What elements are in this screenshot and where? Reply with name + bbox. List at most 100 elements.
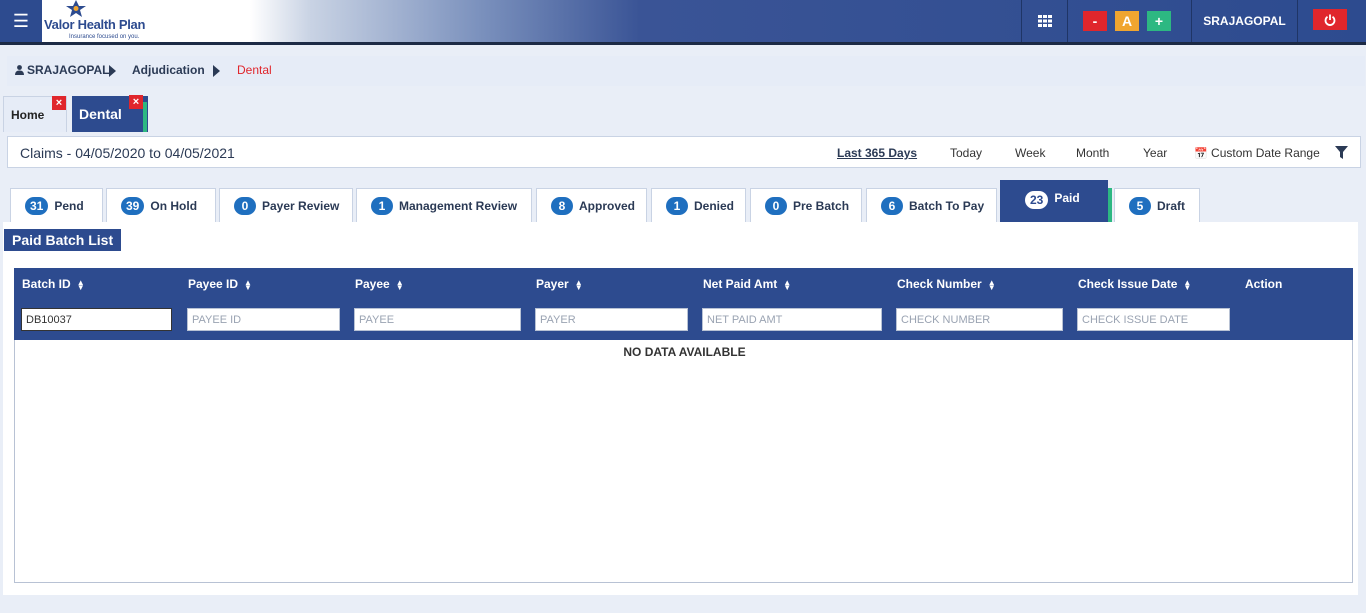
breadcrumb: SRAJAGOPAL Adjudication Dental <box>7 56 1365 86</box>
tab-on-hold[interactable]: 39 On Hold <box>106 188 216 223</box>
tab-label: Payer Review <box>262 199 340 213</box>
column-label: Payee ID <box>188 277 239 291</box>
logo-star-icon <box>66 0 86 17</box>
tab-label: Draft <box>1157 199 1186 213</box>
claims-date-bar: Claims - 04/05/2020 to 04/05/2021 Last 3… <box>7 136 1361 168</box>
font-reset-button[interactable]: A <box>1115 11 1139 31</box>
tab-count-badge: 23 <box>1025 191 1049 209</box>
sort-icon[interactable]: ▲ ▼ <box>1183 278 1191 291</box>
hamburger-icon: ☰ <box>12 10 30 31</box>
paid-batch-list-title: Paid Batch List <box>4 229 122 251</box>
tab-count-badge: 5 <box>1129 197 1151 215</box>
font-decrease-button[interactable]: - <box>1083 11 1107 31</box>
range-month[interactable]: Month <box>1076 146 1109 160</box>
table-header: Batch ID ▲ ▼ Payee ID ▲ ▼ Payee ▲ ▼ Payer ▲ ▼ Ne… <box>14 268 1353 340</box>
column-label: Payee <box>355 277 390 291</box>
header-separator <box>1297 0 1298 42</box>
column-batch-id[interactable]: Batch ID ▲ ▼ <box>22 277 85 291</box>
logo[interactable]: Valor Health Plan Insurance focused on y… <box>44 0 249 42</box>
column-payer[interactable]: Payer ▲ ▼ <box>536 277 583 291</box>
claims-range-title: Claims - 04/05/2020 to 04/05/2021 <box>20 145 235 161</box>
tab-count-badge: 0 <box>765 197 787 215</box>
range-today[interactable]: Today <box>950 146 982 160</box>
column-check-number[interactable]: Check Number ▲ ▼ <box>897 277 996 291</box>
tab-denied[interactable]: 1 Denied <box>651 188 746 223</box>
column-net-paid-amt[interactable]: Net Paid Amt ▲ ▼ <box>703 277 791 291</box>
range-week[interactable]: Week <box>1015 146 1045 160</box>
column-label: Check Number <box>897 277 982 291</box>
hamburger-menu-button[interactable]: ☰ <box>0 0 42 42</box>
range-year[interactable]: Year <box>1143 146 1167 160</box>
logo-tagline: Insurance focused on you. <box>69 34 140 40</box>
tab-home[interactable]: Home × <box>3 96 67 132</box>
tab-payer-review[interactable]: 0 Payer Review <box>219 188 353 223</box>
tab-paid[interactable]: 23 Paid <box>1000 180 1108 222</box>
sort-icon[interactable]: ▲ ▼ <box>396 278 404 291</box>
tab-management-review[interactable]: 1 Management Review <box>356 188 532 223</box>
breadcrumb-user[interactable]: SRAJAGOPAL <box>27 63 109 77</box>
tab-accent <box>143 102 147 132</box>
tab-dental[interactable]: Dental × <box>72 95 148 132</box>
tab-accent <box>1108 188 1112 222</box>
tab-label: Batch To Pay <box>909 199 985 213</box>
logo-text: Valor Health Plan <box>44 17 146 32</box>
sort-icon[interactable]: ▲ ▼ <box>244 278 252 291</box>
range-last-365-days[interactable]: Last 365 Days <box>837 146 917 160</box>
filter-icon[interactable] <box>1335 146 1348 159</box>
close-icon[interactable]: × <box>129 95 143 109</box>
sort-icon[interactable]: ▲ ▼ <box>575 278 583 291</box>
tab-label: Paid <box>1054 191 1080 205</box>
tab-count-badge: 31 <box>25 197 49 215</box>
apps-grid-button[interactable] <box>1024 0 1066 42</box>
check-issue-date-filter[interactable] <box>1077 308 1230 331</box>
sort-icon[interactable]: ▲ ▼ <box>988 278 996 291</box>
tab-draft[interactable]: 5 Draft <box>1114 188 1200 223</box>
table-body: NO DATA AVAILABLE <box>14 340 1353 583</box>
net-paid-amt-filter[interactable] <box>702 308 882 331</box>
header-separator <box>1067 0 1068 42</box>
column-payee-id[interactable]: Payee ID ▲ ▼ <box>188 277 252 291</box>
sort-icon[interactable]: ▲ ▼ <box>783 278 791 291</box>
tab-approved[interactable]: 8 Approved <box>536 188 647 223</box>
font-increase-button[interactable]: + <box>1147 11 1171 31</box>
column-label: Batch ID <box>22 277 71 291</box>
power-icon <box>1324 14 1336 26</box>
tab-label: On Hold <box>150 199 198 213</box>
header-separator <box>1021 0 1022 42</box>
column-label: Net Paid Amt <box>703 277 778 291</box>
batch-id-filter[interactable] <box>21 308 172 331</box>
tab-label: Pend <box>54 199 84 213</box>
close-icon[interactable]: × <box>52 96 66 110</box>
user-icon <box>15 65 24 75</box>
payee-id-filter[interactable] <box>187 308 340 331</box>
breadcrumb-arrow-icon <box>213 65 220 77</box>
no-data-message: NO DATA AVAILABLE <box>623 345 746 359</box>
tab-pre-batch[interactable]: 0 Pre Batch <box>750 188 862 223</box>
breadcrumb-arrow-icon <box>109 65 116 77</box>
breadcrumb-adjudication[interactable]: Adjudication <box>132 63 205 77</box>
payee-filter[interactable] <box>354 308 521 331</box>
payer-filter[interactable] <box>535 308 688 331</box>
username-label[interactable]: SRAJAGOPAL <box>1192 0 1297 42</box>
check-number-filter[interactable] <box>896 308 1063 331</box>
tab-label: Denied <box>694 199 735 213</box>
tab-label: Pre Batch <box>793 199 850 213</box>
grid-icon <box>1038 15 1052 27</box>
logout-button[interactable] <box>1313 9 1347 30</box>
tab-home-label: Home <box>11 108 45 122</box>
column-payee[interactable]: Payee ▲ ▼ <box>355 277 404 291</box>
tab-count-badge: 1 <box>666 197 688 215</box>
breadcrumb-dental: Dental <box>237 63 272 77</box>
custom-date-range-label: Custom Date Range <box>1211 146 1320 160</box>
custom-date-range-button[interactable]: 📅 Custom Date Range <box>1194 146 1320 160</box>
sort-icon[interactable]: ▲ ▼ <box>77 278 85 291</box>
column-check-issue-date[interactable]: Check Issue Date ▲ ▼ <box>1078 277 1191 291</box>
tab-label: Management Review <box>399 199 518 213</box>
tab-count-badge: 1 <box>371 197 393 215</box>
column-label: Check Issue Date <box>1078 277 1178 291</box>
tab-batch-to-pay[interactable]: 6 Batch To Pay <box>866 188 997 223</box>
header-divider <box>0 42 1366 45</box>
tab-pend[interactable]: 31 Pend <box>10 188 103 223</box>
calendar-icon: 📅 <box>1194 148 1208 160</box>
tab-dental-label: Dental <box>79 106 122 122</box>
